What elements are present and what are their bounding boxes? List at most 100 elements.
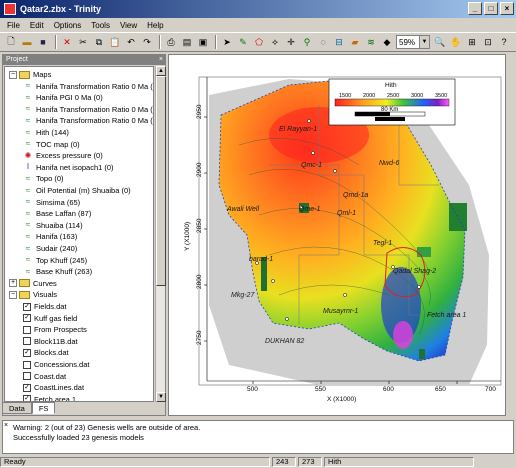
menu-edit[interactable]: Edit: [25, 21, 49, 30]
tree-scrollbar[interactable]: ▲ ▼: [155, 66, 166, 402]
pointer-icon[interactable]: ➤: [220, 35, 234, 49]
tree-item-visual[interactable]: ✓ Fetch area 1: [23, 394, 76, 401]
tree-item-visual[interactable]: Block11B.dat: [23, 336, 78, 347]
pencil-icon[interactable]: ✎: [236, 35, 250, 49]
section-icon[interactable]: ⊟: [332, 35, 346, 49]
tree-item-map[interactable]: ≈ TOC map (0): [23, 139, 80, 150]
scroll-up-icon[interactable]: ▲: [156, 66, 166, 76]
contour-map-icon: ≈: [25, 208, 31, 218]
tree-item-visual[interactable]: ✓ Fields.dat: [23, 301, 67, 312]
tree-item-map[interactable]: ≈ Base Khuff (263): [23, 266, 92, 277]
surface-icon[interactable]: ▰: [348, 35, 362, 49]
well-icon[interactable]: ⚲: [300, 35, 314, 49]
tab-data[interactable]: Data: [2, 402, 32, 414]
tree-item-label: Shuaiba (114): [36, 220, 83, 230]
place-label: Qme-1: [299, 206, 321, 213]
tree-item-visual[interactable]: From Prospects: [23, 324, 87, 335]
open-icon[interactable]: ▬: [20, 35, 34, 49]
crosshair-icon[interactable]: ✛: [284, 35, 298, 49]
zoom-in-icon[interactable]: 🔍: [433, 35, 447, 49]
tree-item-visual[interactable]: ✓ Kuff gas field: [23, 313, 77, 324]
collapse-icon[interactable]: −: [9, 290, 17, 299]
tree-item-map[interactable]: ≈ Simsima (65): [23, 197, 80, 208]
menu-help[interactable]: Help: [142, 21, 168, 30]
polygon-icon[interactable]: ⬠: [252, 35, 266, 49]
new-icon[interactable]: 🗋: [4, 35, 18, 49]
node-icon[interactable]: ⟡: [268, 35, 282, 49]
zoom-fit-icon[interactable]: ⊡: [481, 35, 495, 49]
tree-item-map[interactable]: ≈ Base Laffan (87): [23, 208, 92, 219]
visibility-checkbox[interactable]: [23, 325, 31, 334]
copy-icon[interactable]: ⧉: [92, 35, 106, 49]
maximize-button[interactable]: □: [484, 2, 498, 15]
pan-hand-icon[interactable]: ✋: [449, 35, 463, 49]
place-label: Qmd-1a: [343, 192, 368, 199]
window-icon[interactable]: ▣: [196, 35, 210, 49]
delete-icon[interactable]: ✕: [60, 35, 74, 49]
tree-item-label: Kuff gas field: [34, 313, 78, 323]
tree-folder-curves[interactable]: + Curves: [9, 278, 57, 289]
visibility-checkbox[interactable]: ✓: [23, 348, 31, 357]
layers-icon[interactable]: ≋: [364, 35, 378, 49]
print-icon[interactable]: ⎙: [164, 35, 178, 49]
status-layer: Hith: [324, 457, 474, 467]
menu-file[interactable]: File: [2, 21, 25, 30]
visibility-checkbox[interactable]: ✓: [23, 395, 31, 401]
close-icon[interactable]: ×: [159, 55, 163, 65]
tree-item-map[interactable]: ≈ Shuaiba (114): [23, 220, 83, 231]
tree-item-label: Curves: [33, 278, 57, 288]
tree-item-map[interactable]: ≈ Sudair (240): [23, 243, 77, 254]
tree-item-map[interactable]: ≈ Hanifa PGI 0 Ma (0): [23, 92, 103, 103]
menu-view[interactable]: View: [115, 21, 142, 30]
expand-icon[interactable]: +: [9, 279, 17, 288]
tree-folder-maps[interactable]: − Maps: [9, 69, 51, 80]
visibility-checkbox[interactable]: ✓: [23, 302, 31, 311]
tree-item-map[interactable]: ✺ Excess pressure (0): [23, 150, 103, 161]
close-icon[interactable]: ×: [4, 422, 8, 429]
cut-icon[interactable]: ✂: [76, 35, 90, 49]
tree-item-map[interactable]: ≈ Hanifa (163): [23, 231, 77, 242]
tree-item-map[interactable]: ≈ Topo (0): [23, 173, 64, 184]
visibility-checkbox[interactable]: [23, 360, 31, 369]
tree-item-map[interactable]: Ι Hanifa net isopach1 (0): [23, 162, 114, 173]
tree-item-visual[interactable]: ✓ Blocks.dat: [23, 347, 69, 358]
minimize-button[interactable]: _: [468, 2, 482, 15]
map-view[interactable]: 500 550 600 650 700 X (X1000) 2950 2900 …: [168, 54, 506, 416]
tree-item-map[interactable]: ≈ Hanifa Transformation Ratio 0 Ma (: [23, 81, 153, 92]
menu-options[interactable]: Options: [49, 21, 87, 30]
collapse-icon[interactable]: −: [9, 70, 17, 79]
zoom-select[interactable]: 59% ▼: [396, 35, 430, 49]
visibility-checkbox[interactable]: ✓: [23, 383, 31, 392]
tree-item-visual[interactable]: ✓ CoastLines.dat: [23, 382, 84, 393]
tree-item-label: Block11B.dat: [34, 336, 78, 346]
tree-folder-visuals[interactable]: − Visuals: [9, 289, 57, 300]
redo-icon[interactable]: ↷: [140, 35, 154, 49]
map-hscrollbar[interactable]: [168, 406, 506, 416]
volume-icon[interactable]: ◆: [380, 35, 394, 49]
scroll-thumb[interactable]: [156, 76, 166, 286]
scroll-down-icon[interactable]: ▼: [156, 392, 166, 402]
tree-item-map[interactable]: ≈ Oil Potential (m) Shuaiba (0): [23, 185, 131, 196]
help-icon[interactable]: ?: [497, 35, 511, 49]
visibility-checkbox[interactable]: [23, 337, 31, 346]
properties-icon[interactable]: ▤: [180, 35, 194, 49]
lasso-icon[interactable]: ◌: [316, 35, 330, 49]
visibility-checkbox[interactable]: ✓: [23, 314, 31, 323]
save-icon[interactable]: ■: [36, 35, 50, 49]
tree-item-visual[interactable]: Concessions.dat: [23, 359, 89, 370]
tree-item-visual[interactable]: Coast.dat: [23, 371, 66, 382]
visibility-checkbox[interactable]: [23, 372, 31, 381]
zoom-extent-icon[interactable]: ⊞: [465, 35, 479, 49]
paste-icon[interactable]: 📋: [108, 35, 122, 49]
tree-item-map[interactable]: ≈ Hanifa Transformation Ratio 0 Ma (: [23, 104, 153, 115]
tree-item-label: CoastLines.dat: [34, 383, 85, 393]
x-axis-label: X (X1000): [327, 396, 356, 403]
tree-item-map[interactable]: ≈ Top Khuff (245): [23, 255, 87, 266]
map-canvas[interactable]: 500 550 600 650 700 X (X1000) 2950 2900 …: [169, 55, 505, 405]
tree-item-map[interactable]: ≈ Hanifa Transformation Ratio 0 Ma (: [23, 115, 153, 126]
menu-tools[interactable]: Tools: [86, 21, 115, 30]
close-button[interactable]: ×: [500, 2, 514, 15]
tree-item-map[interactable]: ≈ Hith (144): [23, 127, 69, 138]
undo-icon[interactable]: ↶: [124, 35, 138, 49]
tab-fs[interactable]: FS: [31, 402, 56, 414]
